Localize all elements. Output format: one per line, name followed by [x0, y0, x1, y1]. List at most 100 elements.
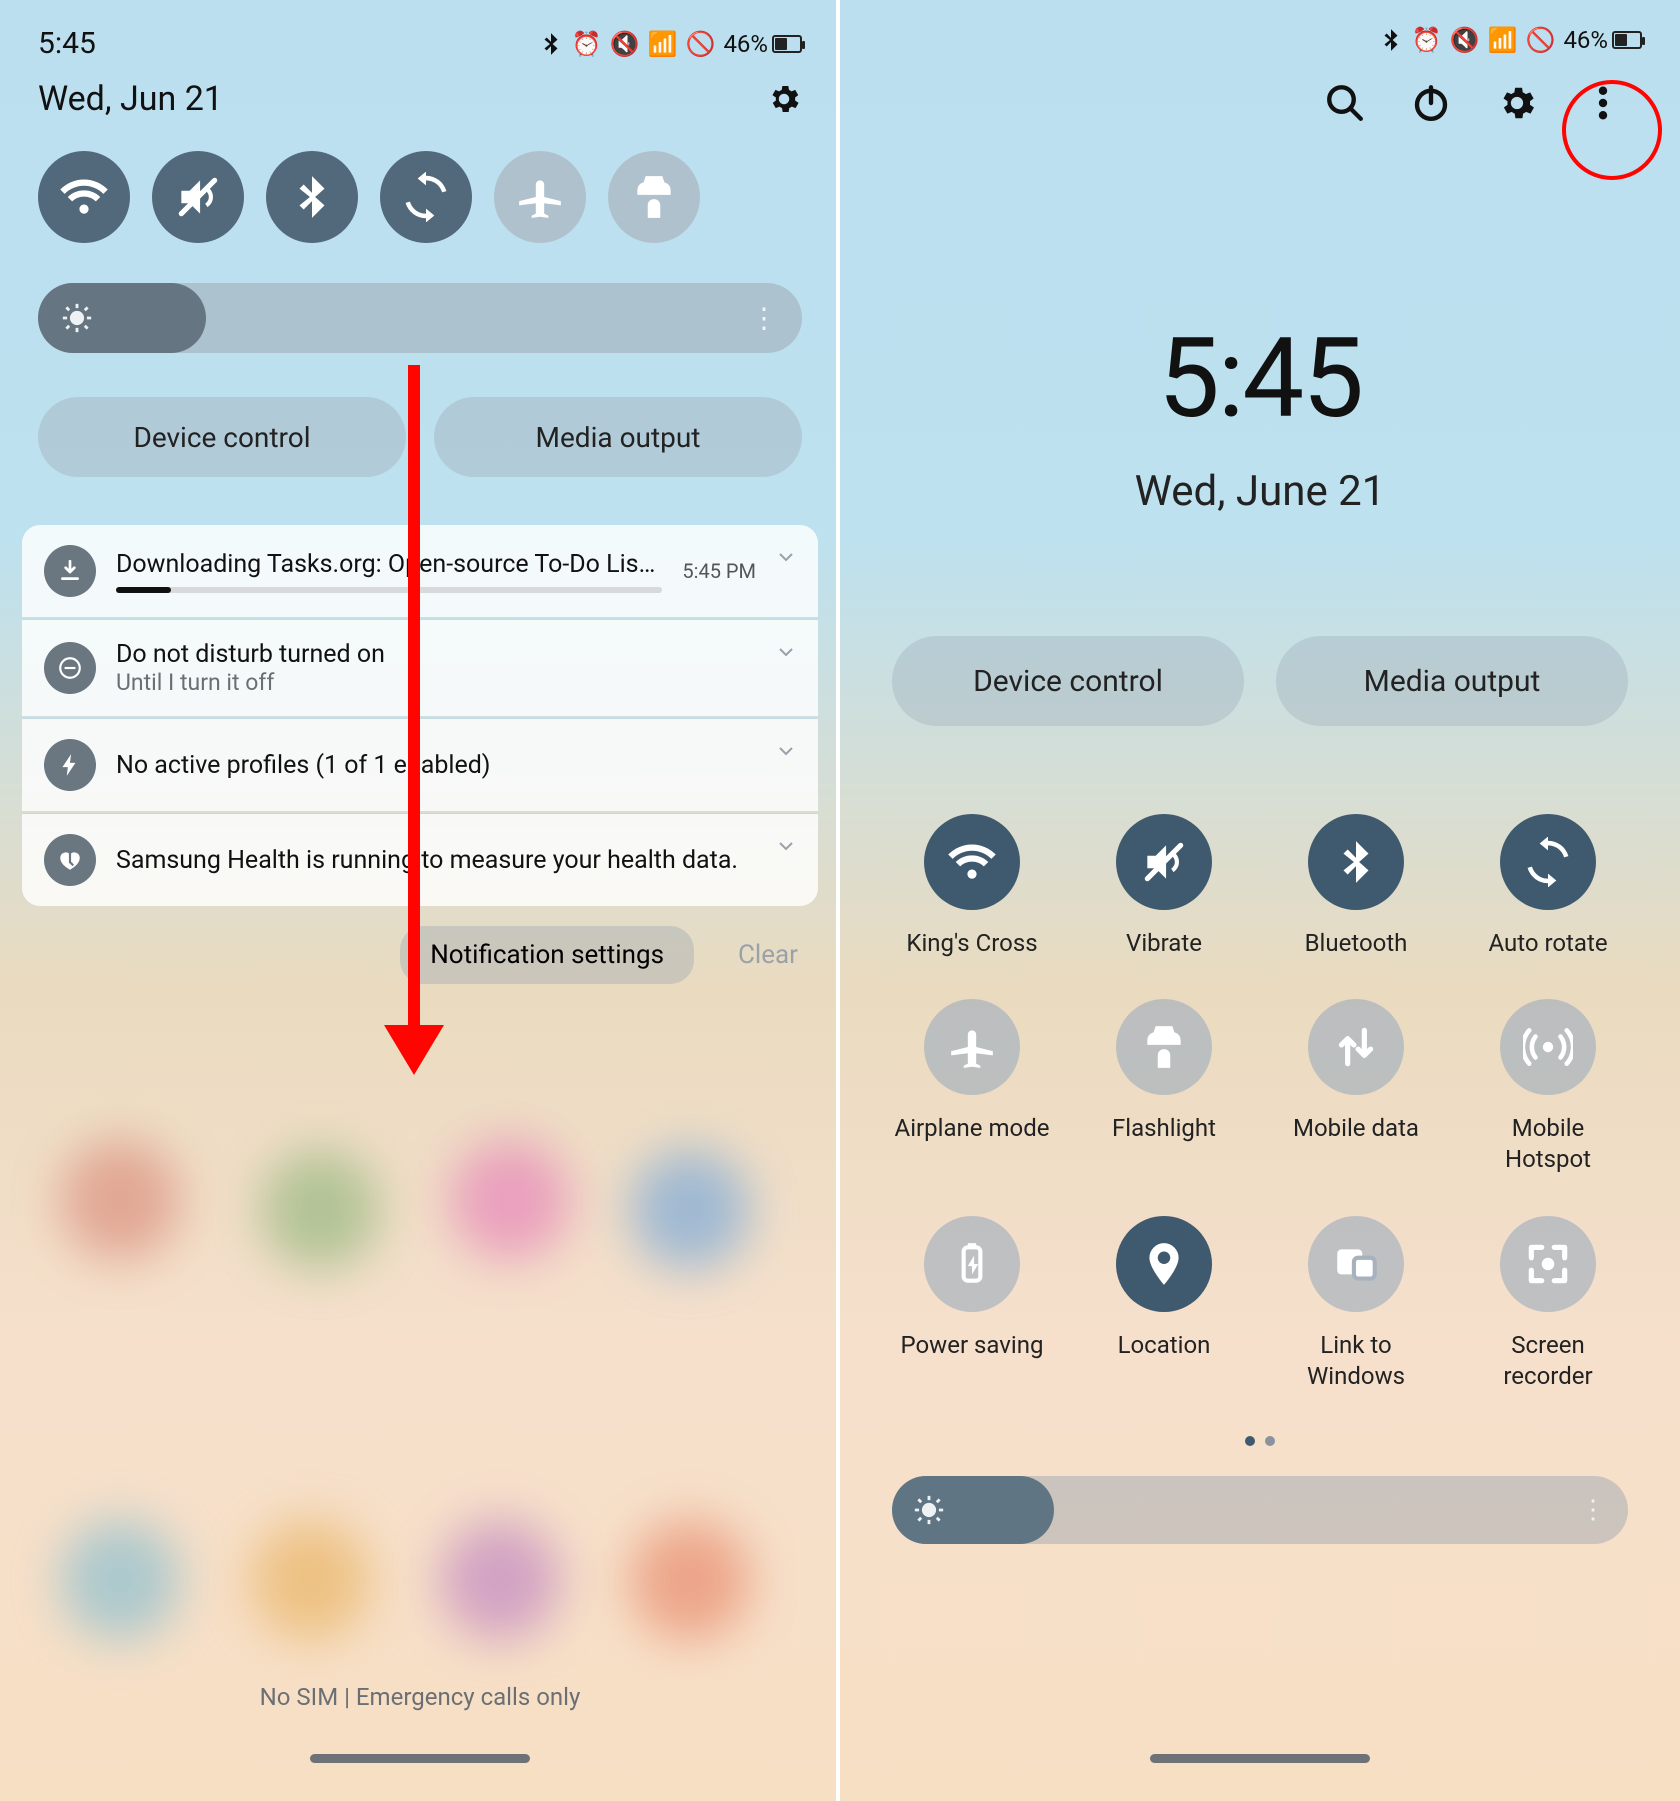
chevron-down-icon[interactable] [774, 739, 798, 763]
quick-toggle-row [0, 119, 840, 243]
battery-status: 46% [1563, 26, 1642, 54]
brightness-slider[interactable]: ⋮ [892, 1476, 1628, 1544]
notification-dnd[interactable]: Do not disturb turned on Until I turn it… [22, 619, 818, 716]
notification-title: Downloading Tasks.org: Open-source To-Do… [116, 550, 662, 579]
tile-link-windows[interactable] [1308, 1216, 1404, 1312]
alarm-icon: ⏰ [1412, 26, 1442, 54]
bolt-icon [44, 739, 96, 791]
status-time: 5:45 [38, 26, 96, 61]
tile-mobile-data[interactable] [1308, 999, 1404, 1095]
left-screenshot: 5:45 ⏰ 🔇 📶 🚫 46% Wed, Jun 21 [0, 0, 840, 1801]
notification-download[interactable]: Downloading Tasks.org: Open-source To-Do… [22, 525, 818, 617]
wifi-icon: 📶 [648, 30, 678, 58]
battery-percent: 46% [723, 30, 768, 58]
tile-label: Flashlight [1112, 1113, 1216, 1144]
battery-percent: 46% [1563, 26, 1608, 54]
sound-toggle[interactable] [152, 151, 244, 243]
page-indicator[interactable] [840, 1436, 1680, 1446]
media-output-button[interactable]: Media output [434, 397, 802, 477]
right-screenshot: ⏰ 🔇 📶 🚫 46% 5:45 Wed, June 21 Device con… [840, 0, 1680, 1801]
bluetooth-icon [1378, 27, 1404, 53]
tile-label: Link to Windows [1276, 1330, 1436, 1392]
power-icon[interactable] [1410, 82, 1452, 124]
notification-time: 5:45 PM [682, 559, 756, 583]
notification-title: No active profiles (1 of 1 enabled) [116, 751, 796, 780]
auto-rotate-toggle[interactable] [380, 151, 472, 243]
tile-label: Airplane mode [895, 1113, 1050, 1144]
page-dot [1265, 1436, 1275, 1446]
clock-date: Wed, June 21 [840, 467, 1680, 516]
page-dot [1245, 1436, 1255, 1446]
tile-label: Mobile data [1293, 1113, 1419, 1144]
tile-auto-rotate[interactable] [1500, 814, 1596, 910]
battery-icon [1612, 31, 1642, 49]
tile-location[interactable] [1116, 1216, 1212, 1312]
tile-label: Bluetooth [1305, 928, 1408, 959]
tile-label: Screen recorder [1468, 1330, 1628, 1392]
tile-wifi[interactable] [924, 814, 1020, 910]
no-sim-label: No SIM | Emergency calls only [0, 1683, 840, 1711]
no-sim-icon: 🚫 [686, 30, 716, 58]
tile-airplane[interactable] [924, 999, 1020, 1095]
media-output-button[interactable]: Media output [1276, 636, 1628, 726]
battery-status: 46% [723, 30, 802, 58]
wifi-toggle[interactable] [38, 151, 130, 243]
download-icon [44, 545, 96, 597]
tile-screen-recorder[interactable] [1500, 1216, 1596, 1312]
clear-button[interactable]: Clear [734, 926, 802, 984]
clock-time: 5:45 [840, 314, 1680, 443]
statusbar: ⏰ 🔇 📶 🚫 46% [840, 0, 1680, 54]
notification-subtitle: Until I turn it off [116, 669, 796, 696]
brightness-more-icon[interactable]: ⋮ [1580, 1495, 1606, 1525]
brightness-icon [912, 1493, 946, 1527]
flashlight-toggle[interactable] [608, 151, 700, 243]
wifi-icon: 📶 [1488, 26, 1518, 54]
tile-label: Vibrate [1126, 928, 1202, 959]
status-icons: ⏰ 🔇 📶 🚫 46% [1378, 26, 1642, 54]
brightness-slider[interactable]: ⋮ [38, 283, 802, 353]
bluetooth-icon [538, 31, 564, 57]
chevron-down-icon[interactable] [774, 545, 798, 569]
nav-handle[interactable] [1150, 1754, 1370, 1763]
notification-title: Samsung Health is running to measure you… [116, 846, 796, 875]
notification-list: Downloading Tasks.org: Open-source To-Do… [22, 525, 818, 906]
chevron-down-icon[interactable] [774, 834, 798, 858]
airplane-toggle[interactable] [494, 151, 586, 243]
tile-hotspot[interactable] [1500, 999, 1596, 1095]
alarm-icon: ⏰ [572, 30, 602, 58]
tile-label: Mobile Hotspot [1468, 1113, 1628, 1175]
status-icons: ⏰ 🔇 📶 🚫 46% [538, 30, 802, 58]
no-sim-icon: 🚫 [1526, 26, 1556, 54]
tile-bluetooth[interactable] [1308, 814, 1404, 910]
tile-power-saving[interactable] [924, 1216, 1020, 1312]
mute-icon: 🔇 [1450, 26, 1480, 54]
device-control-button[interactable]: Device control [38, 397, 406, 477]
notification-health[interactable]: Samsung Health is running to measure you… [22, 813, 818, 906]
tile-flashlight[interactable] [1116, 999, 1212, 1095]
tile-label: Auto rotate [1488, 928, 1607, 959]
tile-vibrate[interactable] [1116, 814, 1212, 910]
search-icon[interactable] [1324, 82, 1366, 124]
tile-label: Location [1118, 1330, 1211, 1361]
notification-title: Do not disturb turned on [116, 640, 796, 669]
health-icon [44, 834, 96, 886]
bluetooth-toggle[interactable] [266, 151, 358, 243]
notification-settings-button[interactable]: Notification settings [400, 926, 694, 984]
settings-icon[interactable] [1496, 82, 1538, 124]
quick-settings-grid: King's Cross Vibrate Bluetooth Auto rota… [840, 814, 1680, 1392]
brightness-more-icon[interactable]: ⋮ [750, 302, 780, 335]
device-control-button[interactable]: Device control [892, 636, 1244, 726]
panel-top-actions [840, 54, 1680, 124]
settings-icon[interactable] [766, 81, 802, 117]
battery-icon [772, 35, 802, 53]
more-icon[interactable] [1582, 82, 1624, 124]
download-progress [116, 587, 662, 593]
dnd-icon [44, 642, 96, 694]
tile-label: King's Cross [906, 928, 1037, 959]
nav-handle[interactable] [310, 1754, 530, 1763]
statusbar: 5:45 ⏰ 🔇 📶 🚫 46% [0, 0, 840, 61]
chevron-down-icon[interactable] [774, 640, 798, 664]
notification-profiles[interactable]: No active profiles (1 of 1 enabled) [22, 718, 818, 811]
mute-icon: 🔇 [610, 30, 640, 58]
panel-date[interactable]: Wed, Jun 21 [38, 79, 223, 119]
